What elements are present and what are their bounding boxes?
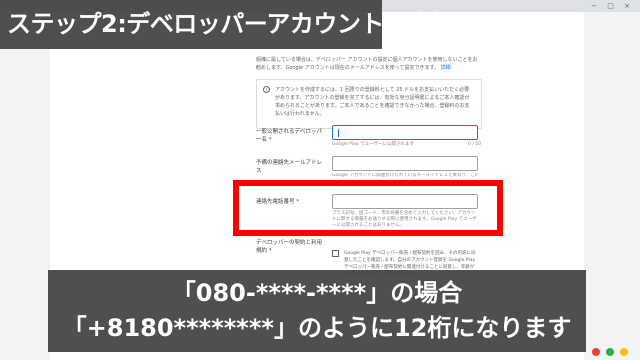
app-icon[interactable] (592, 348, 600, 356)
agreement-checkbox[interactable] (332, 250, 339, 257)
developer-name-input[interactable] (332, 125, 478, 140)
contact-email-label: 予備の連絡先メールアドレス (256, 160, 323, 174)
info-icon: i (263, 86, 270, 93)
right-gutter (584, 12, 640, 360)
developer-name-hint: Google Play でユーザーに公開されます (332, 142, 415, 147)
app-icon[interactable] (620, 348, 628, 356)
screen: − □ × 組織に属している場合は、デベロッパー アカウントの設定に個人アカウン… (0, 0, 640, 360)
app-icon[interactable] (606, 348, 614, 356)
step-title: ステップ2:デベロッパーアカウントの登録 (7, 10, 455, 38)
developer-name-counter: 0 / 50 (468, 142, 481, 147)
agreement-label: デベロッパーの契約と利用規約 * (256, 240, 323, 254)
left-gutter (0, 12, 50, 360)
fee-info-text: アカウントを作成するには、1 回限りの登録料として 25 ドルをお支払いいただく… (275, 87, 470, 117)
window-controls-icon[interactable]: − □ × (591, 2, 634, 10)
caption-overlay: 「080-****-****」の場合 「+8180********」のように12… (48, 270, 586, 352)
caption-line-1: 「080-****-****」の場合 (171, 279, 463, 307)
intro-text: 組織に属している場合は、デベロッパー アカウントの設定に個人アカウントを使用しな… (256, 56, 482, 72)
contact-email-input[interactable] (332, 156, 478, 171)
caption-line-2: 「+8180********」のように12桁になります (62, 314, 572, 342)
contact-email-hint: Google アカウントに関連付けられているメールアドレスと異なり、このメールア… (332, 173, 478, 178)
title-overlay: ステップ2:デベロッパーアカウントの登録 (0, 0, 455, 49)
learn-more-link[interactable]: 詳細 (441, 65, 451, 71)
system-tray (586, 344, 640, 360)
phone-field-highlight (233, 180, 503, 236)
developer-name-label: 一般公開されるデベロッパー名 * (256, 129, 323, 143)
text-caret (338, 129, 339, 137)
fee-info-box: i アカウントを作成するには、1 回限りの登録料として 25 ドルをお支払いいた… (256, 79, 482, 129)
